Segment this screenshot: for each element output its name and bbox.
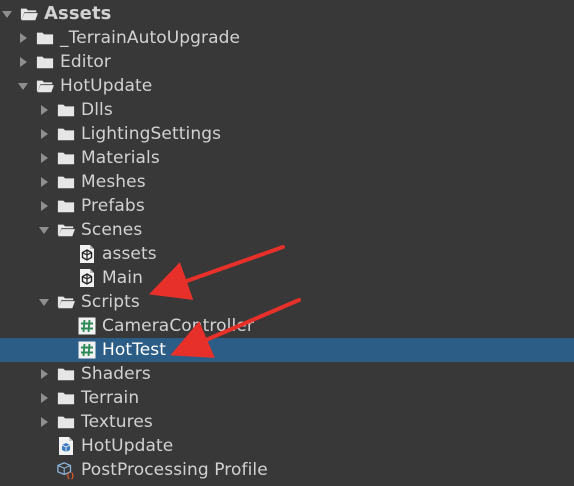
tree-item-label: _TerrainAutoUpgrade [60,28,241,48]
tree-item-prefabs[interactable]: Prefabs [0,194,574,218]
tree-item-label: Shaders [81,364,151,384]
expand-arrow-expanded-icon[interactable] [37,295,51,309]
tree-item-meshes[interactable]: Meshes [0,170,574,194]
folder-icon [57,101,75,119]
tree-item-label: Textures [81,412,153,432]
folder-icon [57,389,75,407]
unity-scene-icon [78,245,96,263]
folder-icon [36,53,54,71]
svg-text:{}: {} [66,471,75,480]
tree-item-scene-assets[interactable]: assets [0,242,574,266]
expand-arrow-collapsed-icon[interactable] [37,151,51,165]
expand-arrow-collapsed-icon[interactable] [16,31,30,45]
folder-open-icon [36,77,54,95]
folder-open-icon [57,221,75,239]
folder-icon [57,413,75,431]
tree-item-scripts[interactable]: Scripts [0,290,574,314]
tree-item-label: Dlls [81,100,113,120]
tree-item-materials[interactable]: Materials [0,146,574,170]
tree-item-label: HotTest [102,340,167,360]
tree-item-label: Editor [60,52,111,72]
csharp-script-icon [78,317,96,335]
tree-item-label: Materials [81,148,160,168]
folder-open-icon [57,293,75,311]
unity-scene-icon [78,269,96,287]
expand-arrow-expanded-icon[interactable] [16,79,30,93]
tree-item-postprocessing-profile[interactable]: {} PostProcessing Profile [0,458,574,482]
expand-arrow-collapsed-icon[interactable] [37,415,51,429]
tree-item-label: Assets [44,3,112,24]
postprocessing-profile-icon: {} [57,461,75,480]
folder-icon [57,365,75,383]
tree-item-label: assets [102,244,157,264]
expand-arrow-collapsed-icon[interactable] [37,391,51,405]
tree-item-label: LightingSettings [81,124,222,144]
tree-item-hotupdate-asmdef[interactable]: HotUpdate [0,434,574,458]
folder-icon [57,125,75,143]
tree-item-label: PostProcessing Profile [81,460,268,480]
tree-item-label: Meshes [81,172,146,192]
expand-arrow-expanded-icon[interactable] [37,223,51,237]
csharp-script-icon [78,341,96,359]
expand-arrow-expanded-icon[interactable] [0,7,14,21]
project-tree: Assets _TerrainAutoUpgrade Editor HotUpd… [0,0,574,486]
tree-item-label: Scripts [81,292,140,312]
tree-item-label: CameraController [102,316,254,336]
expand-arrow-collapsed-icon[interactable] [37,127,51,141]
expand-arrow-collapsed-icon[interactable] [37,199,51,213]
tree-item-hotupdate-folder[interactable]: HotUpdate [0,74,574,98]
folder-icon [57,197,75,215]
tree-item-label: HotUpdate [81,436,174,456]
tree-item-shaders[interactable]: Shaders [0,362,574,386]
tree-item-label: Scenes [81,220,143,240]
folder-open-icon [20,5,38,23]
tree-item-label: HotUpdate [60,76,153,96]
folder-icon [36,29,54,47]
tree-item-scenes[interactable]: Scenes [0,218,574,242]
tree-item-dlls[interactable]: Dlls [0,98,574,122]
tree-item-assets[interactable]: Assets [0,2,574,26]
expand-arrow-collapsed-icon[interactable] [37,367,51,381]
tree-item-terrainautoupgrade[interactable]: _TerrainAutoUpgrade [0,26,574,50]
tree-item-scene-main[interactable]: Main [0,266,574,290]
tree-item-terrain[interactable]: Terrain [0,386,574,410]
expand-arrow-collapsed-icon[interactable] [37,103,51,117]
folder-icon [57,149,75,167]
tree-item-label: Prefabs [81,196,145,216]
assembly-definition-icon [57,437,75,455]
tree-item-editor[interactable]: Editor [0,50,574,74]
tree-item-label: Terrain [81,388,140,408]
tree-item-label: Main [102,268,143,288]
tree-item-textures[interactable]: Textures [0,410,574,434]
expand-arrow-collapsed-icon[interactable] [16,55,30,69]
tree-item-lightingsettings[interactable]: LightingSettings [0,122,574,146]
tree-item-script-hottest[interactable]: HotTest [0,338,574,362]
folder-icon [57,173,75,191]
tree-item-script-cameracontroller[interactable]: CameraController [0,314,574,338]
expand-arrow-collapsed-icon[interactable] [37,175,51,189]
